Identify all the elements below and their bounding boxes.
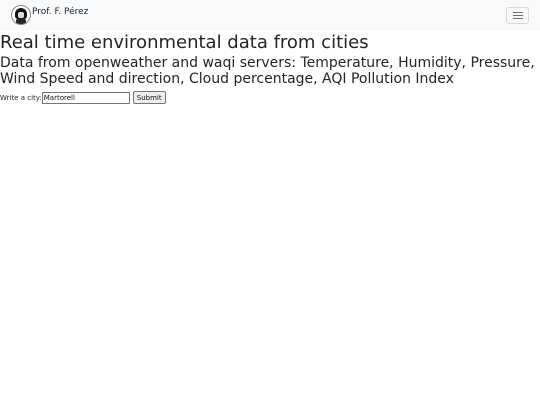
professor-avatar-icon xyxy=(11,5,31,25)
brand-link[interactable]: Prof. F. Pérez xyxy=(11,5,88,25)
submit-button[interactable]: Submit xyxy=(132,91,166,104)
hamburger-menu-icon xyxy=(513,12,523,20)
brand-name: Prof. F. Pérez xyxy=(32,7,89,17)
city-form: Write a city: Submit xyxy=(0,91,166,104)
page-title: Real time environmental data from cities xyxy=(0,32,369,53)
page-subtitle: Data from openweather and waqi servers: … xyxy=(0,55,535,87)
city-input[interactable] xyxy=(41,91,130,104)
city-label: Write a city: xyxy=(0,93,42,102)
navbar: Prof. F. Pérez xyxy=(0,0,540,31)
navbar-toggler-button[interactable] xyxy=(506,7,529,24)
